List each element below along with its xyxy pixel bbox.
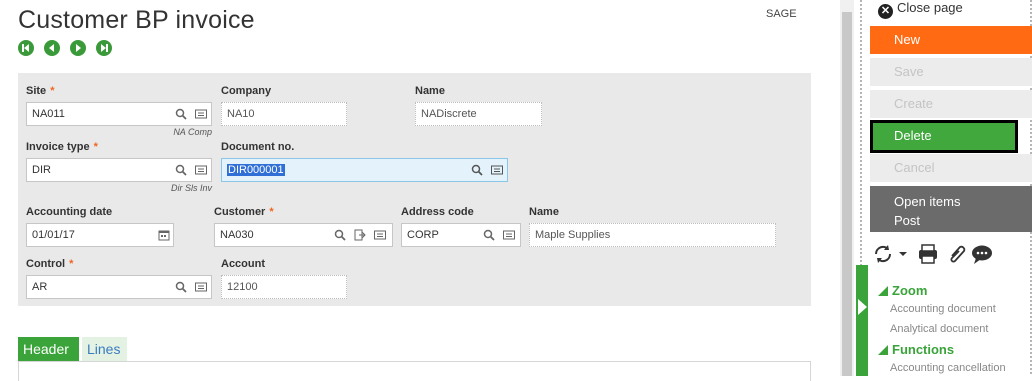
invoice-type-description: Dir Sls Inv [170, 183, 212, 193]
tab-header[interactable]: Header [18, 337, 79, 362]
customer-name-field: Maple Supplies [529, 223, 776, 247]
zoom-item-accounting-document[interactable]: Accounting document [890, 303, 996, 315]
functions-section-title[interactable]: Functions [878, 342, 954, 357]
tunnel-icon[interactable] [354, 229, 366, 241]
collapse-arrow-icon[interactable] [858, 299, 867, 315]
chevron-down-icon[interactable] [899, 252, 907, 256]
invoice-type-label: Invoice type * [26, 141, 98, 153]
customer-label: Customer * [214, 206, 274, 218]
zoom-lookup-icon[interactable] [175, 281, 187, 293]
customer-field[interactable]: NA030 [214, 223, 393, 247]
site-label: Site * [26, 85, 55, 97]
customer-name-label: Name [529, 206, 559, 218]
cancel-button[interactable]: Cancel [870, 154, 1032, 182]
post-label: Post [894, 213, 921, 228]
scrollbar-thumb[interactable] [842, 12, 852, 376]
zoom-item-analytical-document[interactable]: Analytical document [890, 323, 988, 335]
expand-triangle-icon [878, 345, 888, 355]
expand-triangle-icon [878, 286, 888, 296]
selection-list-icon[interactable] [503, 229, 515, 241]
open-items-label: Open items [894, 194, 961, 209]
accounting-date-label: Accounting date [26, 206, 113, 218]
delete-button[interactable]: Delete [870, 120, 1018, 153]
account-label: Account [221, 258, 265, 270]
tab-lines[interactable]: Lines [82, 337, 127, 362]
zoom-lookup-icon[interactable] [334, 229, 346, 241]
selection-list-icon[interactable] [491, 164, 503, 176]
site-description: NA Comp [173, 127, 212, 137]
close-page-button[interactable]: ✕ Close page [878, 0, 963, 19]
account-field: 12100 [221, 275, 347, 299]
toolbar [874, 244, 992, 265]
company-label: Company [221, 85, 272, 97]
zoom-lookup-icon[interactable] [175, 164, 187, 176]
zoom-lookup-icon[interactable] [483, 229, 495, 241]
name-label: Name [415, 85, 445, 97]
company-name-field: NADiscrete [415, 102, 542, 126]
site-field[interactable]: NA011 [26, 102, 212, 126]
zoom-lookup-icon[interactable] [175, 108, 187, 120]
document-no-field[interactable]: DIR000001 [221, 158, 508, 182]
page-title: Customer BP invoice [18, 6, 255, 34]
address-code-label: Address code [401, 206, 474, 218]
address-code-field[interactable]: CORP [401, 223, 521, 247]
selection-list-icon[interactable] [195, 108, 207, 120]
new-button[interactable]: New [870, 26, 1032, 54]
first-record-icon[interactable] [18, 40, 34, 56]
paperclip-icon[interactable] [950, 245, 966, 263]
panel-collapse-handle[interactable] [856, 265, 868, 376]
selection-list-icon[interactable] [195, 164, 207, 176]
document-no-label: Document no. [221, 141, 295, 153]
close-icon: ✕ [878, 4, 893, 19]
refresh-icon[interactable] [874, 245, 892, 263]
control-field[interactable]: AR [26, 275, 212, 299]
selection-list-icon[interactable] [374, 229, 386, 241]
last-record-icon[interactable] [96, 40, 112, 56]
printer-icon[interactable] [919, 244, 937, 264]
zoom-lookup-icon[interactable] [471, 164, 483, 176]
function-item-accounting-cancellation[interactable]: Accounting cancellation [890, 362, 1006, 374]
create-button[interactable]: Create [870, 90, 1032, 118]
control-label: Control * [26, 258, 74, 270]
previous-record-icon[interactable] [44, 40, 60, 56]
invoice-type-field[interactable]: DIR [26, 158, 212, 182]
comment-icon[interactable] [972, 245, 992, 265]
save-button[interactable]: Save [870, 58, 1032, 86]
selection-list-icon[interactable] [195, 281, 207, 293]
calendar-icon[interactable] [158, 229, 170, 241]
tab-content [18, 361, 811, 381]
accounting-date-field[interactable]: 01/01/17 [26, 223, 174, 247]
company-field: NA10 [221, 102, 347, 126]
open-items-post-button[interactable]: Open items Post [870, 186, 1032, 232]
folder-name: SAGE [766, 8, 797, 20]
next-record-icon[interactable] [70, 40, 86, 56]
zoom-section-title[interactable]: Zoom [878, 283, 927, 298]
